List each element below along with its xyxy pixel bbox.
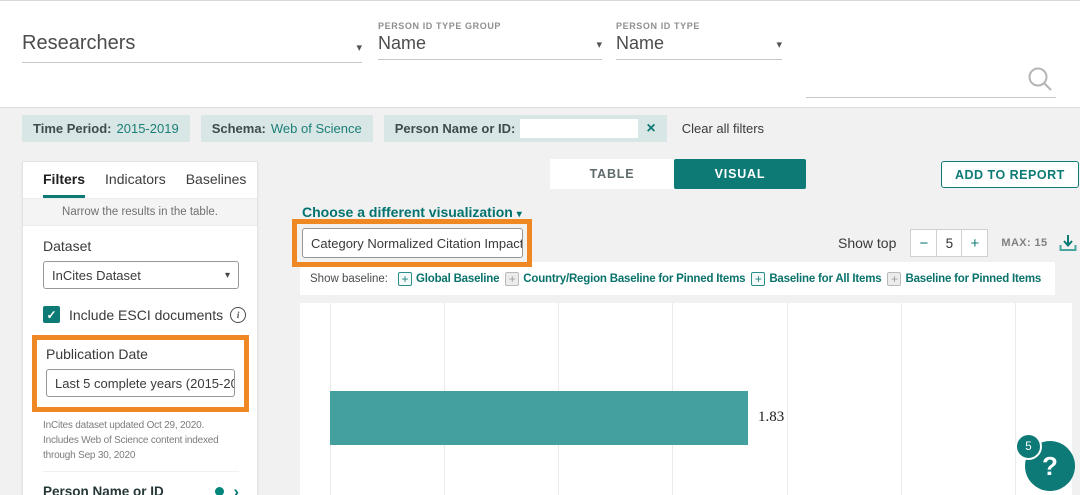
person-id-type-select[interactable]: Name ▾: [616, 31, 782, 60]
dataset-select-value: InCites Dataset: [52, 267, 141, 283]
chevron-down-icon: ▾: [516, 209, 522, 220]
show-top-stepper: − 5 +: [910, 229, 989, 257]
question-mark-icon: ?: [1042, 450, 1058, 481]
chevron-down-icon: ▾: [224, 269, 230, 281]
plus-icon: +: [505, 271, 520, 286]
chevron-down-icon: ▾: [596, 39, 602, 51]
baseline-bar: Show baseline: + Global Baseline + Count…: [300, 262, 1055, 295]
chip-label: Time Period:: [33, 121, 112, 136]
info-icon[interactable]: i: [230, 306, 247, 323]
person-id-type-group-field: PERSON ID TYPE GROUP Name ▾: [378, 21, 602, 60]
plus-icon: +: [398, 271, 412, 286]
esci-checkbox[interactable]: [43, 306, 60, 323]
decrease-button[interactable]: −: [910, 229, 938, 257]
show-top-label: Show top: [838, 235, 897, 251]
publication-date-select[interactable]: Last 5 complete years (2015-2019) ▾: [46, 369, 235, 397]
publication-date-value: Last 5 complete years (2015-2019): [55, 375, 234, 391]
show-baseline-label: Show baseline:: [310, 272, 388, 285]
sidebar-filter-links: Person Name or ID › Affiliated Organizat…: [43, 471, 239, 495]
filter-chip-person-name: Person Name or ID: ×: [383, 115, 667, 142]
plus-icon: +: [887, 271, 902, 286]
person-id-type-group-select[interactable]: Name ▾: [378, 31, 602, 60]
plus-icon: +: [751, 271, 766, 286]
dataset-label: Dataset: [43, 238, 92, 254]
search-icon[interactable]: [1026, 65, 1054, 93]
chart-gridline: [786, 303, 788, 495]
chip-label: Schema:: [211, 121, 266, 136]
chart-plot-area: 1.83: [300, 303, 1072, 495]
tab-baselines[interactable]: Baselines: [186, 162, 247, 198]
person-id-type-label: PERSON ID TYPE: [616, 21, 700, 31]
max-label: MAX: 15: [1001, 237, 1048, 249]
chart-gridline: [1014, 303, 1016, 495]
filter-chip-time-period: Time Period: 2015-2019: [22, 115, 190, 142]
chevron-down-icon: ▾: [776, 39, 782, 51]
visual-view-button[interactable]: VISUAL: [674, 159, 806, 189]
search-input[interactable]: [806, 67, 1025, 95]
incites-app: Researchers ▾ PERSON ID TYPE GROUP Name …: [0, 0, 1080, 495]
person-id-type-group-label: PERSON ID TYPE GROUP: [378, 21, 502, 31]
esci-checkbox-row: Include ESCI documents i: [43, 306, 247, 323]
help-notification-badge: 5: [1015, 433, 1042, 460]
show-top-value[interactable]: 5: [937, 229, 962, 257]
chevron-right-icon: ›: [233, 481, 239, 495]
entity-type-value: Researchers: [22, 32, 136, 54]
sidebar-body: Dataset InCites Dataset ▾ Include ESCI d…: [23, 226, 257, 495]
filter-chip-schema: Schema: Web of Science: [200, 115, 373, 142]
tab-indicators[interactable]: Indicators: [105, 162, 166, 198]
chart-bar-value-label: 1.83: [758, 409, 785, 425]
chart-bar[interactable]: [330, 391, 748, 445]
visualization-select[interactable]: Category Normalized Citation Impact ▾: [302, 228, 523, 258]
chip-label: Person Name or ID:: [394, 121, 516, 136]
increase-button[interactable]: +: [961, 229, 989, 257]
chip-value: 2015-2019: [116, 121, 179, 136]
add-to-report-button[interactable]: ADD TO REPORT: [941, 161, 1079, 188]
close-icon[interactable]: ×: [646, 120, 655, 137]
sidebar-tabs: Filters Indicators Baselines: [23, 162, 257, 198]
view-toggle: TABLE VISUAL: [550, 159, 806, 189]
global-baseline-toggle[interactable]: + Global Baseline: [398, 271, 499, 286]
baseline-all-items-toggle[interactable]: + Baseline for All Items: [751, 271, 882, 286]
sidebar-item-person-name-or-id[interactable]: Person Name or ID ›: [43, 478, 239, 495]
active-filter-dot: [215, 486, 225, 495]
person-name-filter-input[interactable]: [520, 119, 639, 138]
country-region-baseline-toggle[interactable]: + Country/Region Baseline for Pinned Ite…: [505, 271, 746, 286]
baseline-pinned-items-toggle[interactable]: + Baseline for Pinned Items: [887, 271, 1041, 286]
person-id-type-field: PERSON ID TYPE Name ▾: [616, 21, 782, 60]
download-icon[interactable]: [1058, 233, 1078, 253]
publication-date-label: Publication Date: [46, 346, 148, 362]
choose-visualization-link[interactable]: Choose a different visualization ▾: [302, 204, 522, 220]
sidebar-hint: Narrow the results in the table.: [23, 198, 257, 226]
entity-type-select[interactable]: Researchers ▾: [22, 25, 362, 63]
dataset-update-note: InCites dataset updated Oct 29, 2020. In…: [43, 420, 219, 461]
header: Researchers ▾ PERSON ID TYPE GROUP Name …: [0, 1, 1080, 108]
esci-checkbox-label: Include ESCI documents: [69, 306, 224, 323]
clear-all-filters-link[interactable]: Clear all filters: [682, 121, 764, 136]
person-id-type-group-value: Name: [378, 33, 427, 53]
visualization-select-value: Category Normalized Citation Impact: [311, 235, 523, 251]
applied-filters-bar: Time Period: 2015-2019 Schema: Web of Sc…: [22, 115, 764, 142]
person-id-type-value: Name: [616, 33, 665, 53]
dataset-select[interactable]: InCites Dataset ▾: [43, 261, 239, 289]
search-field: [806, 61, 1056, 98]
tab-filters[interactable]: Filters: [43, 162, 86, 198]
chevron-down-icon: ▾: [356, 42, 362, 54]
chip-value: Web of Science: [270, 121, 362, 136]
table-view-button[interactable]: TABLE: [550, 159, 674, 189]
chart-gridline: [900, 303, 902, 495]
annotation-highlight-publication-date: Publication Date Last 5 complete years (…: [32, 335, 249, 412]
filters-sidebar: Filters Indicators Baselines Narrow the …: [22, 161, 258, 495]
show-top-control: Show top − 5 + MAX: 15: [838, 229, 1078, 257]
